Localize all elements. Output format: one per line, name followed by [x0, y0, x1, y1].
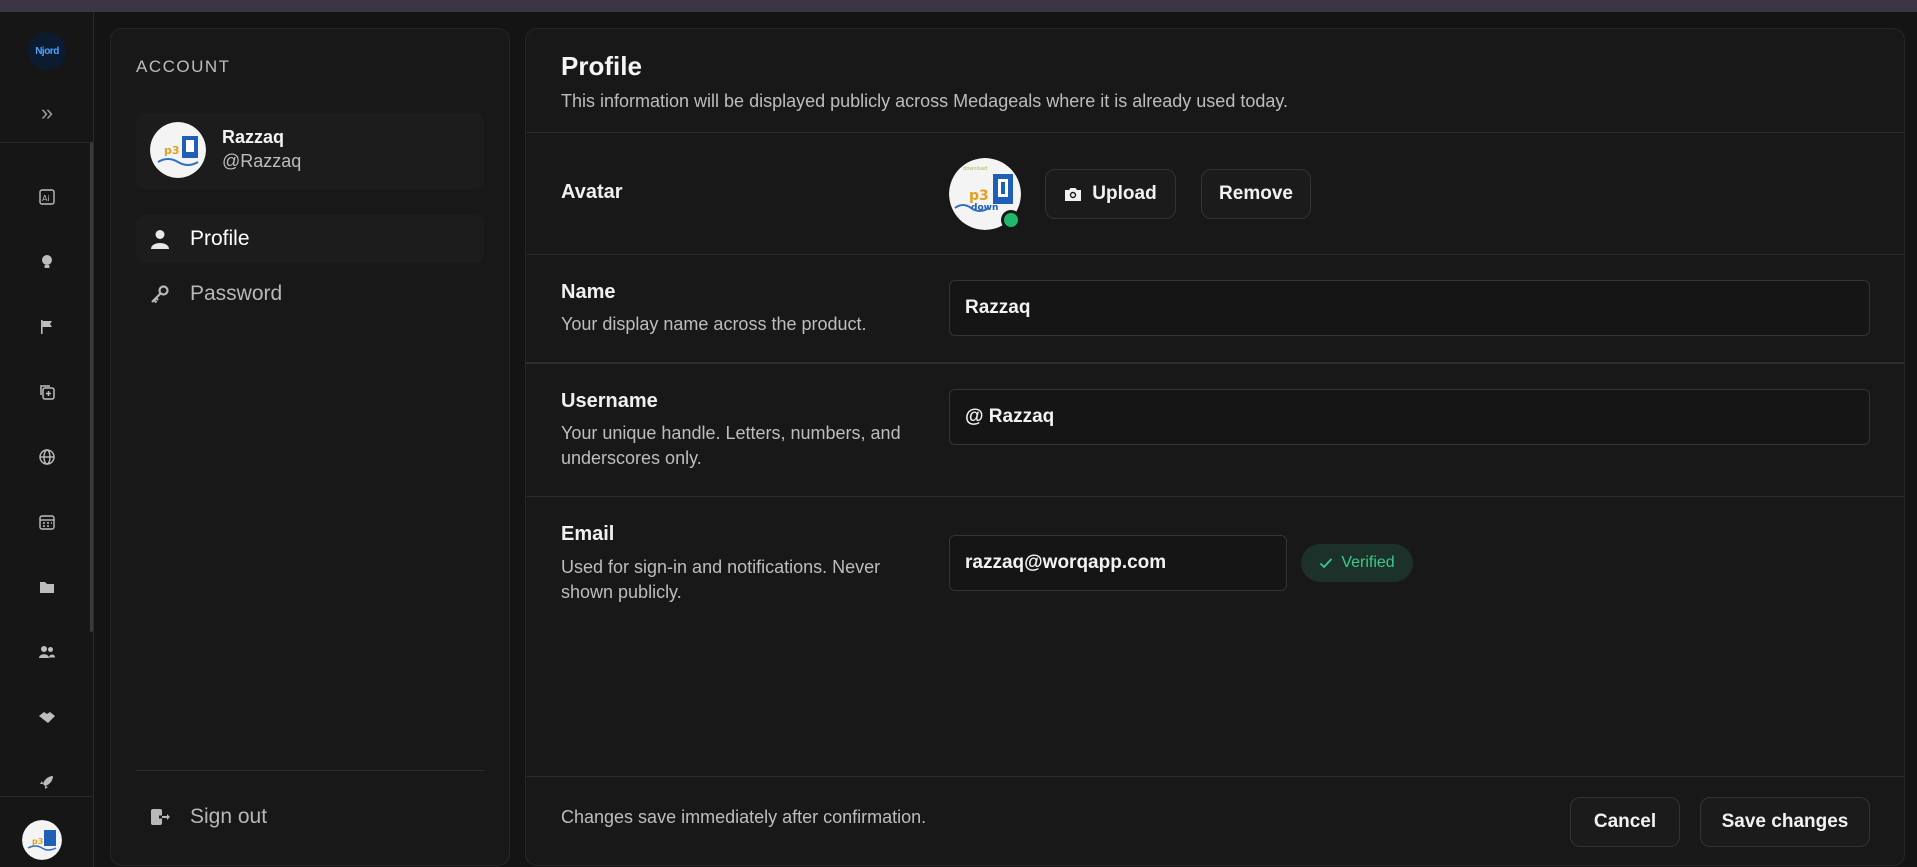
email-input[interactable] [949, 535, 1287, 591]
svg-text:down: down [971, 203, 998, 213]
rail-divider [0, 142, 94, 143]
verified-label: Verified [1341, 554, 1395, 571]
profile-panel: Profile This information will be display… [525, 28, 1905, 866]
avatar-label: Avatar [561, 181, 623, 203]
page-title: Profile [561, 51, 642, 81]
users-icon[interactable] [32, 637, 62, 667]
account-divider [136, 770, 484, 771]
nav-item-password-label: Password [190, 282, 283, 305]
name-description: Your display name across the product. [561, 314, 867, 334]
account-heading: ACCOUNT [136, 57, 231, 76]
add-copy-icon[interactable] [32, 377, 62, 407]
nav-item-password[interactable]: Password [136, 270, 484, 318]
svg-text:download: download [963, 166, 987, 172]
name-label: Name [561, 281, 616, 303]
flag-icon[interactable] [32, 312, 62, 342]
check-icon [1320, 558, 1333, 569]
svg-text:p3: p3 [164, 144, 180, 157]
handshake-icon[interactable] [32, 702, 62, 732]
sign-out-icon [148, 805, 172, 829]
email-description: Used for sign-in and notifications. Neve… [561, 557, 881, 602]
account-user-handle: @Razzaq [222, 151, 302, 171]
remove-avatar-button[interactable]: Remove [1201, 169, 1311, 219]
globe-icon[interactable] [32, 442, 62, 472]
account-avatar: p3 [150, 122, 206, 178]
name-input[interactable] [949, 280, 1870, 336]
svg-text:p3: p3 [32, 837, 43, 846]
username-description: Your unique handle. Letters, numbers, an… [561, 423, 901, 468]
remove-label: Remove [1219, 183, 1293, 204]
username-divider [526, 496, 1904, 497]
rail-bottom-divider [0, 796, 94, 797]
online-status-dot [1001, 210, 1021, 230]
user-icon [148, 227, 172, 251]
cancel-button[interactable]: Cancel [1570, 797, 1680, 847]
lightbulb-icon[interactable] [32, 247, 62, 277]
cancel-label: Cancel [1593, 811, 1657, 832]
expand-sidebar-icon[interactable]: » [34, 100, 60, 126]
footer-divider [526, 776, 1904, 777]
upload-avatar-button[interactable]: Upload [1045, 169, 1176, 219]
nav-item-profile-label: Profile [190, 227, 250, 250]
sign-out-label: Sign out [190, 805, 268, 828]
nav-item-profile[interactable]: Profile [136, 215, 484, 263]
upload-label: Upload [1092, 183, 1157, 204]
save-changes-button[interactable]: Save changes [1700, 797, 1870, 847]
app-logo[interactable]: Njord [28, 32, 66, 70]
ai-icon[interactable]: Ai [32, 182, 62, 212]
key-icon [148, 282, 172, 306]
footer-note: Changes save immediately after confirmat… [561, 807, 927, 827]
username-input[interactable] [949, 389, 1870, 445]
account-user-name: Razzaq [222, 127, 285, 147]
svg-text:p3: p3 [969, 188, 989, 204]
rocket-icon[interactable] [32, 767, 62, 797]
calendar-icon[interactable] [32, 507, 62, 537]
page-subtitle: This information will be displayed publi… [561, 91, 1289, 111]
sign-out-button[interactable]: Sign out [136, 793, 484, 841]
email-label: Email [561, 523, 615, 545]
svg-text:Ai: Ai [42, 194, 50, 203]
username-label: Username [561, 390, 658, 412]
verified-badge: Verified [1301, 544, 1413, 582]
window-top-bar [0, 0, 1917, 12]
save-label: Save changes [1721, 811, 1849, 832]
header-divider [526, 132, 1904, 133]
avatar-divider [526, 254, 1904, 255]
rail-scrollbar[interactable] [90, 142, 93, 632]
account-panel: ACCOUNT p3 Razzaq @Razzaq Profile Passwo… [110, 28, 510, 866]
name-divider [526, 362, 1904, 364]
account-user-card: p3 Razzaq @Razzaq [136, 113, 484, 189]
camera-icon [1065, 188, 1082, 201]
user-avatar[interactable]: p3 [22, 820, 62, 860]
folder-icon[interactable] [32, 572, 62, 602]
app-rail: Njord » Ai p3 [0, 12, 94, 867]
